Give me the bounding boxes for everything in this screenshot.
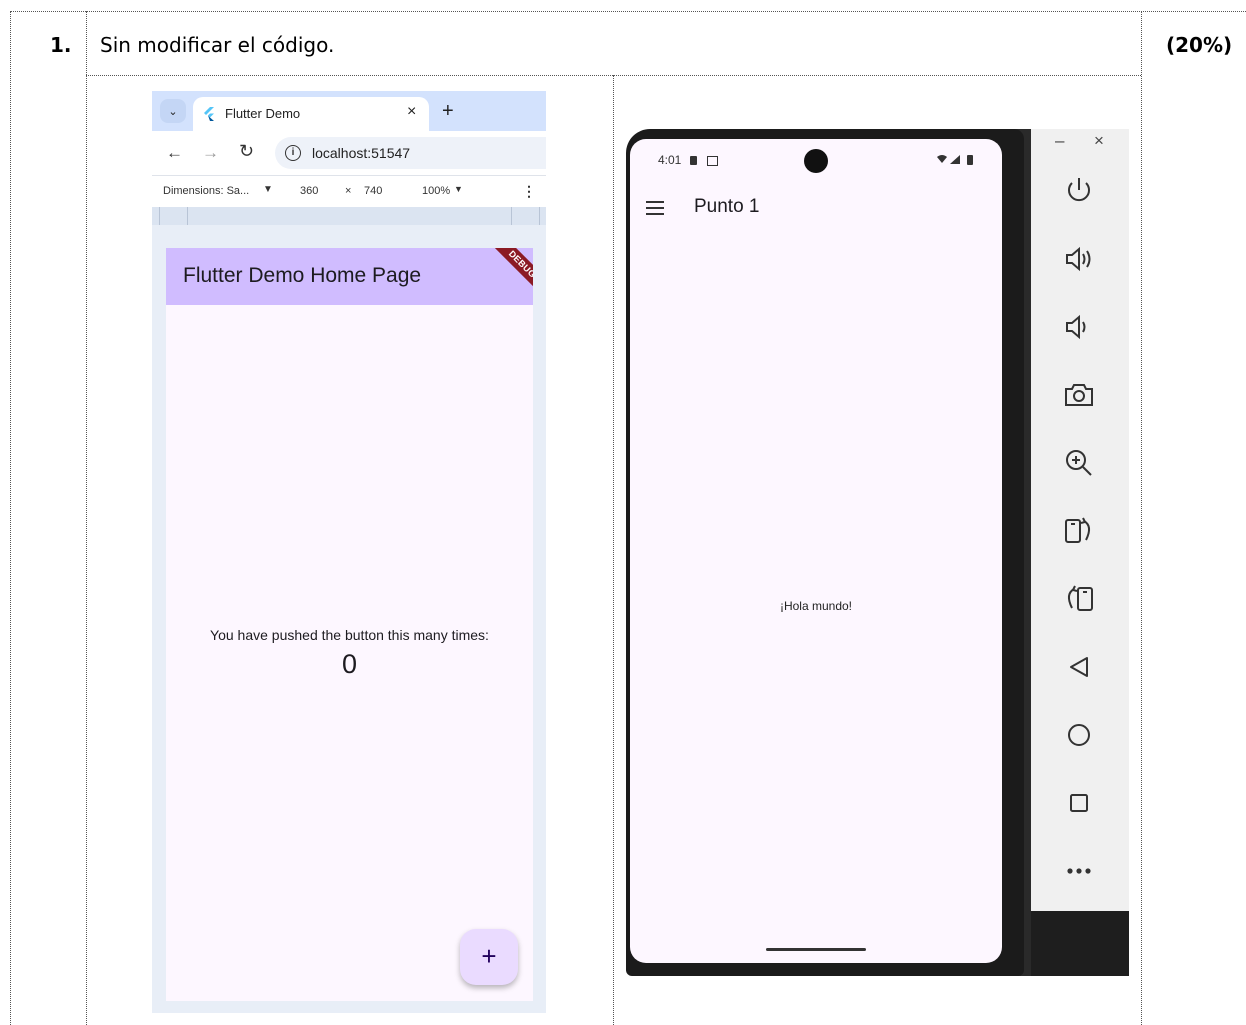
width-field[interactable]: 360 [300, 185, 318, 197]
counter-value: 0 [341, 649, 358, 679]
new-tab-button[interactable]: + [442, 100, 454, 123]
home-icon[interactable] [1060, 716, 1098, 754]
device-toolbar: Dimensions: Sa... ▼ 360 × 740 100% ▼ ⋮ [152, 175, 546, 208]
back-icon[interactable] [1060, 648, 1098, 686]
app-bar: Flutter Demo Home Page [166, 248, 533, 305]
emulator-app-title: Punto 1 [694, 196, 760, 217]
volume-down-icon[interactable] [1060, 308, 1098, 346]
times-symbol: × [345, 185, 352, 197]
zoom-dropdown-icon[interactable]: ▼ [454, 184, 463, 194]
camera-icon[interactable] [1060, 376, 1098, 414]
browser-window: ⌄ Flutter Demo × + ← → ↻ i localhost:515… [152, 91, 546, 1013]
push-count-message: You have pushed the button this many tim… [210, 627, 489, 643]
site-info-icon[interactable]: i [285, 145, 301, 161]
reload-icon[interactable]: ↻ [239, 141, 254, 162]
minimize-icon[interactable]: – [1055, 131, 1064, 151]
close-icon[interactable]: × [1094, 131, 1104, 151]
weight-label: (20%) [1166, 33, 1233, 57]
tab-title: Flutter Demo [225, 106, 301, 121]
overview-icon[interactable] [1060, 784, 1098, 822]
flutter-web-page: Flutter Demo Home Page DEBUG You have pu… [166, 248, 533, 1001]
dimensions-select[interactable]: Dimensions: Sa... [163, 185, 249, 197]
tab-search-chevron-icon[interactable]: ⌄ [160, 99, 186, 123]
instruction-text: Sin modificar el código. [100, 33, 335, 57]
tab-close-icon[interactable]: × [407, 103, 416, 121]
url-text: localhost:51547 [312, 145, 411, 161]
status-icons [937, 155, 973, 165]
emulator-dark-area [1031, 911, 1129, 976]
status-time: 4:01 [658, 153, 682, 167]
browser-toolbar: ← → ↻ i localhost:51547 [152, 131, 546, 175]
flutter-logo-icon [204, 107, 214, 121]
screenshot-notification-icon [707, 156, 718, 166]
sim-icon [690, 156, 697, 165]
emulator-control-panel: – × [1031, 129, 1129, 911]
hola-mundo-text: ¡Hola mundo! [779, 599, 853, 613]
address-bar[interactable]: i localhost:51547 [275, 137, 546, 169]
gesture-bar[interactable] [766, 948, 866, 951]
media-query-ruler [152, 207, 546, 225]
forward-arrow-icon[interactable]: → [202, 143, 219, 163]
front-camera [804, 149, 828, 173]
zoom-select[interactable]: 100% [422, 185, 450, 197]
menu-icon[interactable] [646, 201, 664, 215]
tab-strip: ⌄ Flutter Demo × + [152, 91, 546, 131]
height-field[interactable]: 740 [364, 185, 382, 197]
app-bar-title: Flutter Demo Home Page [183, 264, 422, 287]
more-options-icon[interactable]: ⋮ [522, 183, 536, 200]
dimensions-dropdown-icon[interactable]: ▼ [263, 184, 273, 195]
increment-button[interactable]: + [460, 929, 518, 985]
zoom-in-icon[interactable] [1060, 444, 1098, 482]
item-number: 1. [50, 33, 72, 57]
back-arrow-icon[interactable]: ← [166, 143, 183, 163]
rotate-left-icon[interactable] [1060, 580, 1098, 618]
browser-tab[interactable]: Flutter Demo × [193, 97, 429, 131]
rotate-right-icon[interactable] [1060, 512, 1098, 550]
phone-screen: 4:01 Punto 1 ¡Hola mundo! [630, 139, 1002, 963]
power-icon[interactable] [1060, 172, 1098, 210]
phone-frame: 4:01 Punto 1 ¡Hola mundo! [626, 129, 1024, 976]
android-emulator: 4:01 Punto 1 ¡Hola mundo! – × [626, 129, 1129, 976]
more-icon[interactable] [1060, 852, 1098, 890]
volume-up-icon[interactable] [1060, 240, 1098, 278]
